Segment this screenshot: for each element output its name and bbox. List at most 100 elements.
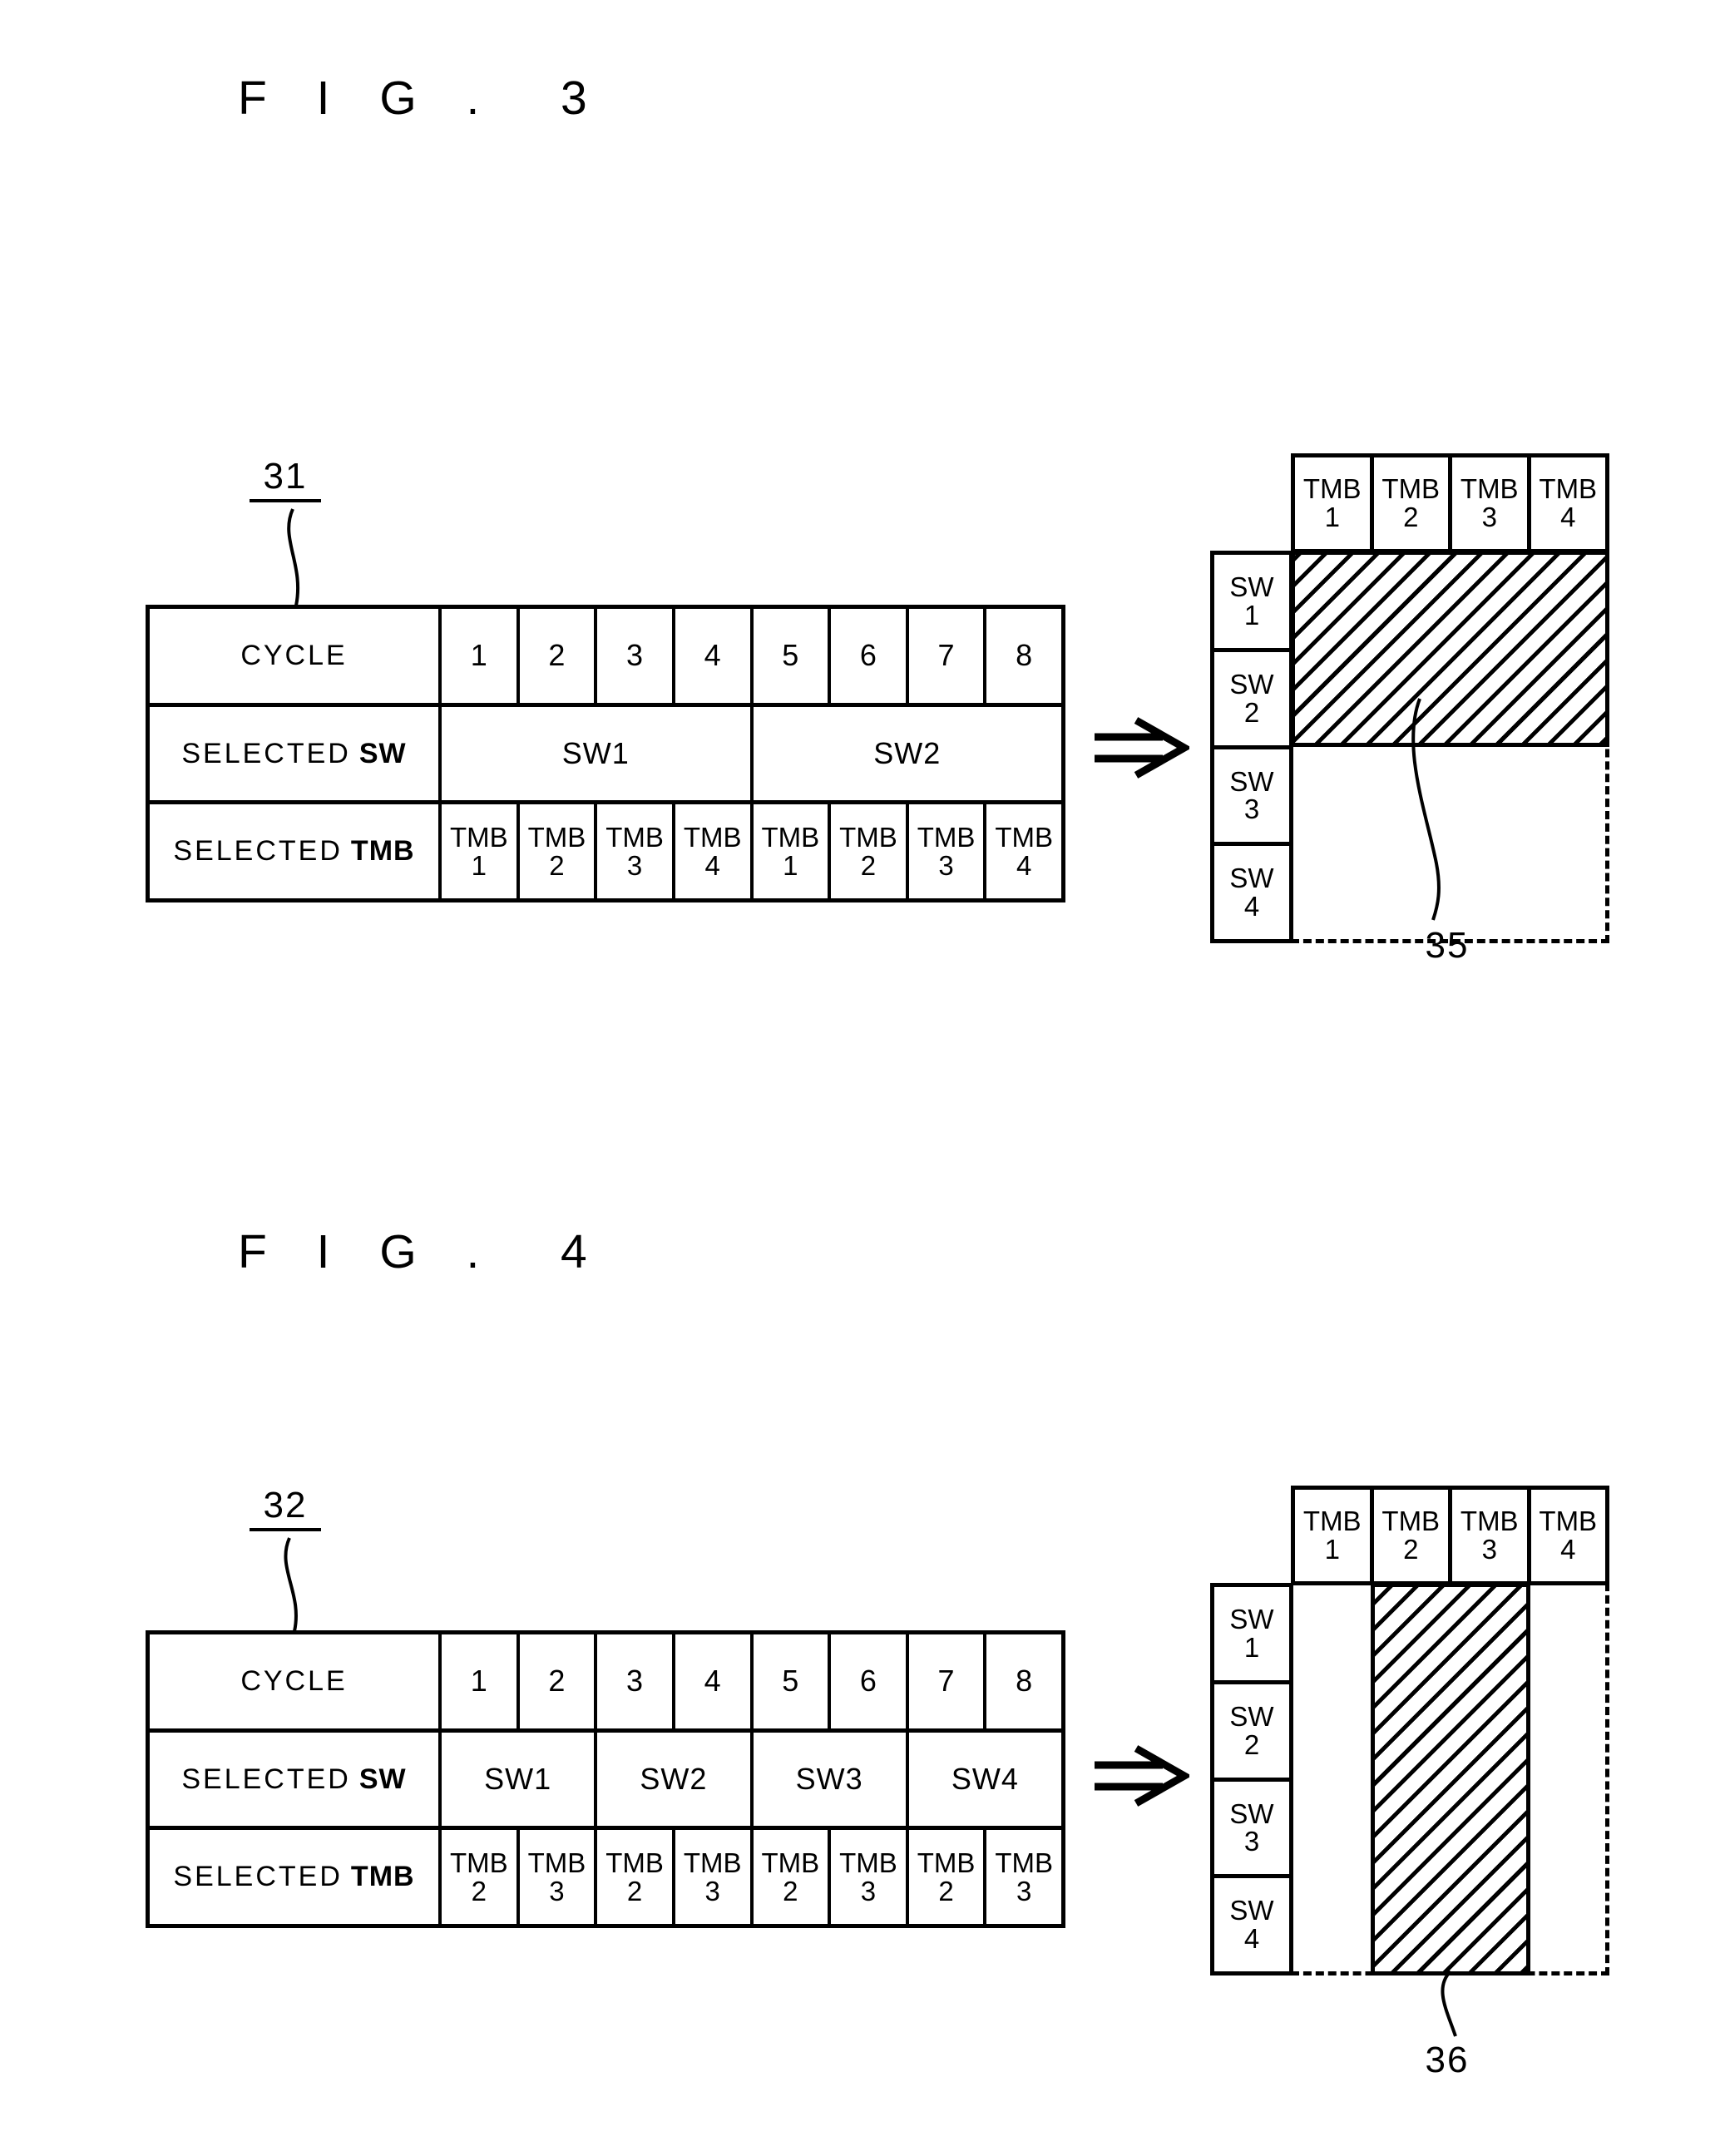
table-cell: TMB 3	[905, 804, 984, 899]
table-row-selected-sw: SELECTED SW SW1 SW2	[150, 702, 1062, 801]
column-header: TMB 1	[1302, 1506, 1362, 1565]
table-cell: SW3	[749, 1732, 906, 1827]
column-header: TMB 1	[1302, 473, 1362, 532]
table-cell: 2	[516, 1634, 595, 1728]
column-header: TMB 3	[1448, 1490, 1527, 1581]
figure-3-table-ref-number: 31	[250, 456, 321, 502]
table-cell: 5	[749, 1634, 828, 1728]
table-cell: 3	[594, 609, 672, 703]
figure-4-selected-region-hatched	[1371, 1583, 1530, 1976]
table-cell: TMB 3	[983, 1830, 1061, 1925]
table-cell: TMB 2	[438, 1830, 516, 1925]
row-label-selected-sw-bold: SW	[358, 737, 407, 769]
row-header: SW 2	[1214, 1679, 1289, 1778]
figure-4-matrix-row-headers: SW 1 SW 2 SW 3 SW 4	[1210, 1583, 1293, 1976]
row-header: SW 1	[1229, 1604, 1274, 1663]
row-label-selected-tmb-text: SELECTED	[173, 1861, 343, 1893]
table-cell: TMB 3	[828, 1830, 906, 1925]
table-cell: TMB 2	[749, 1830, 828, 1925]
figure-4-matrix-column-headers: TMB 1 TMB 2 TMB 3 TMB 4	[1291, 1486, 1609, 1585]
table-cell: TMB 3	[516, 1830, 595, 1925]
row-label-selected-sw: SELECTED SW	[150, 1733, 438, 1827]
row-header: SW 4	[1214, 842, 1289, 939]
table-cell: TMB 3	[594, 804, 672, 899]
table-cell: SW1	[438, 1732, 594, 1827]
figure-3-title: F I G . 3	[238, 72, 605, 125]
table-cell: SW1	[438, 706, 750, 801]
row-label-selected-tmb: SELECTED TMB	[150, 1830, 438, 1924]
table-cell: 4	[671, 609, 750, 703]
figure-3-matrix-column-headers: TMB 1 TMB 2 TMB 3 TMB 4	[1291, 453, 1609, 553]
table-cell: TMB 4	[983, 804, 1061, 899]
figure-4-table-ref-number: 32	[250, 1485, 321, 1531]
table-cell: TMB 2	[828, 804, 906, 899]
row-label-selected-tmb-bold: TMB	[350, 1861, 415, 1893]
row-header: SW 3	[1214, 744, 1289, 843]
row-label-cycle-text: CYCLE	[240, 1664, 348, 1697]
row-label-selected-sw-bold: SW	[358, 1763, 407, 1795]
column-header: TMB 4	[1526, 457, 1606, 549]
figure-3-cycle-table: CYCLE 1 2 3 4 5 6 7 8 SELECTED SW SW1 SW…	[146, 605, 1065, 902]
figure-3-matrix-row-headers: SW 1 SW 2 SW 3 SW 4	[1210, 551, 1293, 943]
column-header: TMB 4	[1526, 1490, 1606, 1581]
figure-4-table-leader-line	[284, 1537, 298, 1632]
table-row-cycle: CYCLE 1 2 3 4 5 6 7 8	[150, 1634, 1061, 1728]
selected-sw-cells: SW1 SW2 SW3 SW4	[438, 1732, 1061, 1827]
figure-3-matrix-leader-line	[1411, 698, 1441, 921]
table-cell: 8	[983, 609, 1061, 703]
table-cell: TMB 4	[671, 804, 750, 899]
figure-4-matrix-ref-number: 36	[1425, 2040, 1470, 2080]
table-cell: TMB 1	[438, 804, 516, 899]
table-cell: 7	[905, 1634, 984, 1728]
table-cell: 4	[671, 1634, 750, 1728]
table-row-selected-tmb: SELECTED TMB TMB 2 TMB 3 TMB 2 TMB 3 TMB…	[150, 1826, 1061, 1925]
selected-tmb-cells: TMB 1 TMB 2 TMB 3 TMB 4 TMB 1 TMB 2 TMB …	[438, 804, 1061, 899]
row-label-cycle-text: CYCLE	[240, 639, 348, 671]
cycle-number-cells: 1 2 3 4 5 6 7 8	[438, 609, 1061, 703]
row-label-cycle: CYCLE	[150, 609, 438, 703]
table-cell: 3	[594, 1634, 672, 1728]
selected-tmb-cells: TMB 2 TMB 3 TMB 2 TMB 3 TMB 2 TMB 3 TMB …	[438, 1830, 1061, 1925]
selected-sw-cells: SW1 SW2	[438, 706, 1062, 801]
table-cell: TMB 1	[749, 804, 828, 899]
table-cell: TMB 2	[594, 1830, 672, 1925]
table-cell: 1	[438, 609, 516, 703]
row-label-selected-sw-text: SELECTED	[181, 737, 351, 769]
table-cell: 2	[516, 609, 595, 703]
table-cell: 7	[905, 609, 984, 703]
double-right-arrow-icon	[1095, 1745, 1189, 1807]
figure-4-title: F I G . 4	[238, 1225, 605, 1278]
table-cell: TMB 2	[516, 804, 595, 899]
row-header: SW 2	[1214, 647, 1289, 745]
row-label-selected-sw-text: SELECTED	[181, 1763, 351, 1795]
row-label-selected-tmb: SELECTED TMB	[150, 804, 438, 898]
row-label-cycle: CYCLE	[150, 1634, 438, 1728]
table-cell: 6	[828, 1634, 906, 1728]
table-row-selected-tmb: SELECTED TMB TMB 1 TMB 2 TMB 3 TMB 4 TMB…	[150, 800, 1061, 899]
table-cell: TMB 3	[671, 1830, 750, 1925]
table-cell: 5	[749, 609, 828, 703]
table-cell: 8	[983, 1634, 1061, 1728]
table-cell: 6	[828, 609, 906, 703]
row-header: SW 4	[1214, 1874, 1289, 1971]
figure-4-cycle-table: CYCLE 1 2 3 4 5 6 7 8 SELECTED SW SW1 SW…	[146, 1630, 1065, 1928]
table-cell: 1	[438, 1634, 516, 1728]
row-header: SW 3	[1214, 1777, 1289, 1875]
row-label-selected-sw: SELECTED SW	[150, 707, 438, 801]
table-cell: SW2	[594, 1732, 749, 1827]
row-label-selected-tmb-text: SELECTED	[173, 835, 343, 868]
table-cell: SW4	[905, 1732, 1061, 1827]
table-cell: SW2	[749, 706, 1062, 801]
table-row-selected-sw: SELECTED SW SW1 SW2 SW3 SW4	[150, 1728, 1061, 1827]
figure-3-matrix-ref-number: 35	[1425, 925, 1470, 966]
row-label-selected-tmb-bold: TMB	[350, 835, 415, 868]
figure-3-table-leader-line	[287, 508, 300, 606]
column-header: TMB 2	[1369, 457, 1449, 549]
cycle-number-cells: 1 2 3 4 5 6 7 8	[438, 1634, 1061, 1728]
column-header: TMB 2	[1369, 1490, 1449, 1581]
table-row-cycle: CYCLE 1 2 3 4 5 6 7 8	[150, 609, 1061, 703]
figure-4-matrix-leader-line	[1441, 1970, 1457, 2037]
row-header: SW 1	[1229, 571, 1274, 630]
double-right-arrow-icon	[1095, 717, 1189, 779]
table-cell: TMB 2	[905, 1830, 984, 1925]
